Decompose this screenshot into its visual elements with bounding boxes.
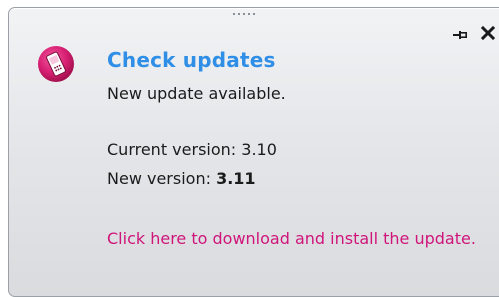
grip-dot <box>233 13 235 15</box>
mobile-phone-icon <box>37 45 75 83</box>
popup-title: Check updates <box>107 48 276 72</box>
close-icon[interactable] <box>480 25 496 41</box>
new-version-label: New version: <box>107 169 217 188</box>
current-version-line: Current version: 3.10 <box>107 139 277 161</box>
drag-grip[interactable] <box>233 13 255 15</box>
download-install-link[interactable]: Click here to download and install the u… <box>107 224 487 254</box>
grip-dot <box>243 13 245 15</box>
new-version-line: New version: 3.11 <box>107 168 256 190</box>
grip-dot <box>238 13 240 15</box>
new-version-value: 3.11 <box>216 169 256 188</box>
current-version-label: Current version: <box>107 140 242 159</box>
pin-icon[interactable] <box>452 27 468 41</box>
update-notification-popup: Check updates New update available. Curr… <box>8 7 499 297</box>
grip-dot <box>253 13 255 15</box>
update-status-text: New update available. <box>107 84 286 103</box>
grip-dot <box>248 13 250 15</box>
current-version-value: 3.10 <box>241 140 277 159</box>
